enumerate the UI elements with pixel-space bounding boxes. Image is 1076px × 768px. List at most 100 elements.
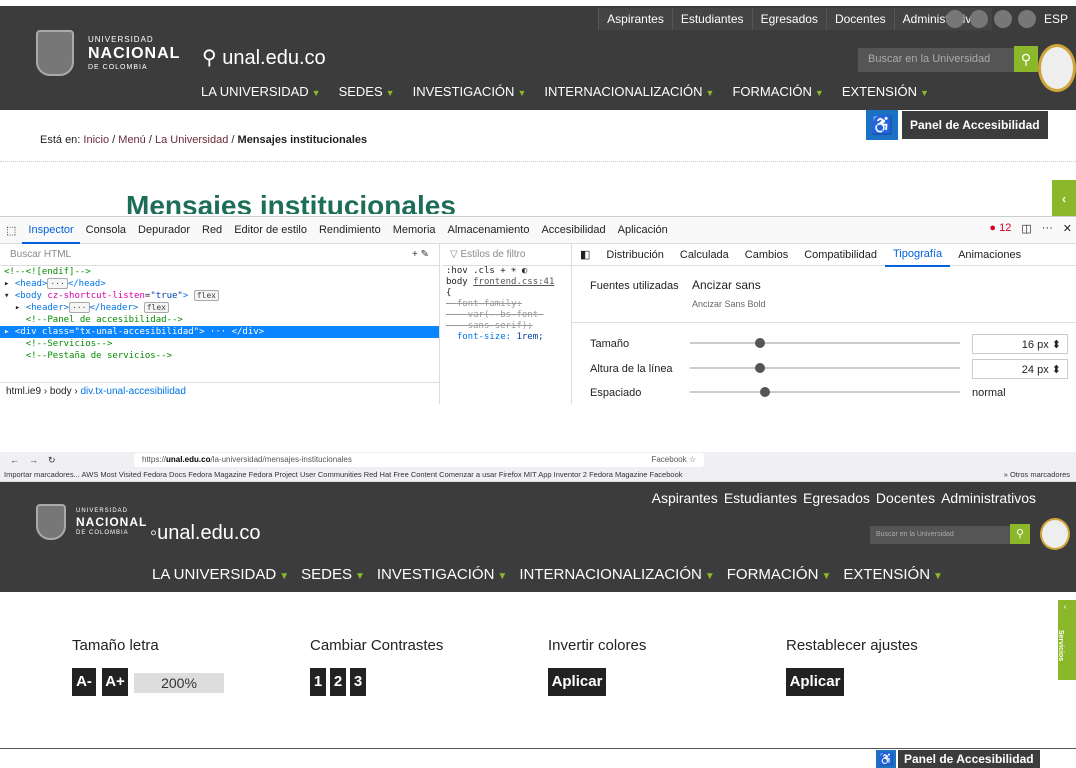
tab-memoria[interactable]: Memoria — [387, 224, 442, 236]
side-tab-toggle[interactable]: ‹ — [1052, 180, 1076, 218]
tab-editor-estilo[interactable]: Editor de estilo — [228, 224, 313, 236]
nav-extension[interactable]: EXTENSIÓN ▼ — [842, 84, 929, 99]
tree-node[interactable]: <!--Servicios--> — [0, 338, 439, 350]
accessibility-panel-button[interactable]: ♿ Panel de Accesibilidad — [866, 110, 1048, 140]
font-increase-button[interactable]: A+ — [102, 668, 128, 696]
tree-node-head[interactable]: ▸ <head> ··· </head> — [0, 278, 439, 290]
tab-animaciones[interactable]: Animaciones — [950, 244, 1029, 266]
link-aspirantes[interactable]: Aspirantes — [598, 8, 672, 30]
bookmarks-list[interactable]: Importar marcadores... AWS Most Visited … — [4, 470, 683, 479]
tab-rendimiento[interactable]: Rendimiento — [313, 224, 387, 236]
link-docentes-2[interactable]: Docentes — [876, 490, 935, 506]
nav-sedes[interactable]: SEDES ▼ — [339, 84, 395, 99]
language-selector[interactable]: ESP — [1044, 12, 1068, 26]
site-domain[interactable]: ⚲ unal.edu.co — [202, 45, 326, 70]
lineheight-slider[interactable] — [690, 363, 960, 373]
layout-toggle-icon[interactable]: ◧ — [572, 244, 598, 266]
font-decrease-button[interactable]: A- — [72, 668, 96, 696]
accessibility-panel-button-2[interactable]: ♿ Panel de Accesibilidad — [876, 750, 1040, 768]
nav-formacion-2[interactable]: FORMACIÓN ▼ — [727, 566, 832, 583]
tree-node[interactable]: <!--Panel de accesibilidad--> — [0, 314, 439, 326]
instagram-icon[interactable] — [1018, 10, 1036, 28]
url-bar[interactable]: https://unal.edu.co/la-universidad/mensa… — [134, 453, 704, 467]
invert-apply-button[interactable]: Aplicar — [548, 668, 606, 696]
tab-aplicacion[interactable]: Aplicación — [612, 224, 674, 236]
nav-sedes-2[interactable]: SEDES ▼ — [301, 566, 365, 583]
tree-node[interactable]: <!--Pestaña de servicios--> — [0, 350, 439, 362]
nav-internacionalizacion[interactable]: INTERNACIONALIZACIÓN ▼ — [544, 84, 714, 99]
crumb-div[interactable]: div.tx-unal-accesibilidad — [80, 386, 185, 397]
link-aspirantes-2[interactable]: Aspirantes — [652, 490, 718, 506]
site-domain-2[interactable]: ◦unal.edu.co — [150, 522, 261, 545]
search-icon[interactable]: ⚲ — [1014, 46, 1038, 72]
tab-cambios[interactable]: Cambios — [737, 244, 796, 266]
crumb-html[interactable]: html.ie9 — [6, 386, 41, 397]
nav-extension-2[interactable]: EXTENSIÓN ▼ — [843, 566, 943, 583]
spacing-slider[interactable] — [690, 387, 960, 397]
link-egresados-2[interactable]: Egresados — [803, 490, 870, 506]
youtube-icon[interactable] — [994, 10, 1012, 28]
reload-icon[interactable]: ↻ — [38, 455, 56, 466]
search-input-2[interactable]: Buscar en la Universidad — [870, 526, 1010, 544]
back-icon[interactable]: ← — [0, 455, 19, 465]
twitter-icon[interactable] — [970, 10, 988, 28]
shield-icon — [36, 30, 74, 76]
reset-apply-button[interactable]: Aplicar — [786, 668, 844, 696]
tab-compatibilidad[interactable]: Compatibilidad — [796, 244, 885, 266]
tab-consola[interactable]: Consola — [80, 224, 132, 236]
close-icon[interactable]: ✕ — [1063, 222, 1072, 235]
tab-tipografia[interactable]: Tipografía — [884, 243, 951, 267]
nav-formacion[interactable]: FORMACIÓN ▼ — [732, 84, 823, 99]
nav-investigacion[interactable]: INVESTIGACIÓN ▼ — [413, 84, 527, 99]
html-search-input[interactable]: Buscar HTML + ✎ — [0, 244, 439, 266]
nav-investigacion-2[interactable]: INVESTIGACIÓN ▼ — [377, 566, 507, 583]
size-label: Tamaño — [590, 338, 630, 350]
search-icon[interactable]: ⚲ — [1010, 524, 1030, 544]
rule-font-size[interactable]: font-size: 1rem; — [442, 332, 571, 343]
contrast-3-button[interactable]: 3 — [350, 668, 366, 696]
pick-element-icon[interactable]: ⬚ — [0, 224, 22, 237]
tree-node[interactable]: <!--<![endif]--> — [0, 266, 439, 278]
link-docentes[interactable]: Docentes — [825, 8, 894, 30]
tree-node-header[interactable]: ▸ <header> ··· </header> flex — [0, 302, 439, 314]
more-icon[interactable]: ··· — [1042, 222, 1053, 235]
link-egresados[interactable]: Egresados — [751, 8, 826, 30]
crumb-body[interactable]: body — [50, 386, 72, 397]
size-slider[interactable] — [690, 338, 960, 348]
contrast-1-button[interactable]: 1 — [310, 668, 326, 696]
dock-icon[interactable]: ◫ — [1021, 222, 1031, 235]
link-administrativos-2[interactable]: Administrativos — [941, 490, 1036, 506]
tab-accesibilidad[interactable]: Accesibilidad — [535, 224, 611, 236]
tree-node-body[interactable]: ▾ <body cz-shortcut-listen="true"> flex — [0, 290, 439, 302]
nav-universidad[interactable]: LA UNIVERSIDAD ▼ — [201, 84, 321, 99]
panel-divider — [0, 748, 1076, 749]
tab-calculada[interactable]: Calculada — [672, 244, 737, 266]
tree-node-selected[interactable]: ▸ <div class="tx-unal-accesibilidad"> ··… — [0, 326, 439, 338]
other-bookmarks[interactable]: Otros marcadores — [1010, 470, 1070, 479]
forward-icon[interactable]: → — [19, 455, 38, 465]
size-slider-knob[interactable] — [754, 338, 765, 348]
filter-styles-input[interactable]: ▽ Estilos de filtro — [442, 244, 571, 266]
lineheight-slider-knob[interactable] — [754, 363, 765, 373]
nav-universidad-2[interactable]: LA UNIVERSIDAD ▼ — [152, 566, 289, 583]
breadcrumb-inicio[interactable]: Inicio — [83, 134, 109, 146]
tab-almacenamiento[interactable]: Almacenamiento — [442, 224, 536, 236]
error-count[interactable]: ● 12 — [989, 222, 1011, 235]
size-input[interactable]: 16 px ⬍ — [972, 334, 1068, 354]
link-estudiantes-2[interactable]: Estudiantes — [724, 490, 797, 506]
lineheight-input[interactable]: 24 px ⬍ — [972, 359, 1068, 379]
tab-distribucion[interactable]: Distribución — [598, 244, 671, 266]
search-input[interactable]: Buscar en la Universidad — [858, 48, 1014, 72]
university-logo[interactable]: UNIVERSIDAD NACIONAL DE COLOMBIA — [36, 30, 179, 90]
breadcrumb-menu[interactable]: Menú — [118, 134, 146, 146]
facebook-icon[interactable] — [946, 10, 964, 28]
nav-internacionalizacion-2[interactable]: INTERNACIONALIZACIÓN ▼ — [519, 566, 714, 583]
services-side-tab[interactable]: ‹ Servicios — [1057, 600, 1076, 680]
rule-font-family[interactable]: font-family: — [442, 299, 571, 310]
tab-red[interactable]: Red — [196, 224, 228, 236]
link-estudiantes[interactable]: Estudiantes — [671, 8, 752, 30]
tab-inspector[interactable]: Inspector — [22, 217, 80, 244]
tab-depurador[interactable]: Depurador — [132, 224, 196, 236]
breadcrumb-universidad[interactable]: La Universidad — [155, 134, 228, 146]
contrast-2-button[interactable]: 2 — [330, 668, 346, 696]
